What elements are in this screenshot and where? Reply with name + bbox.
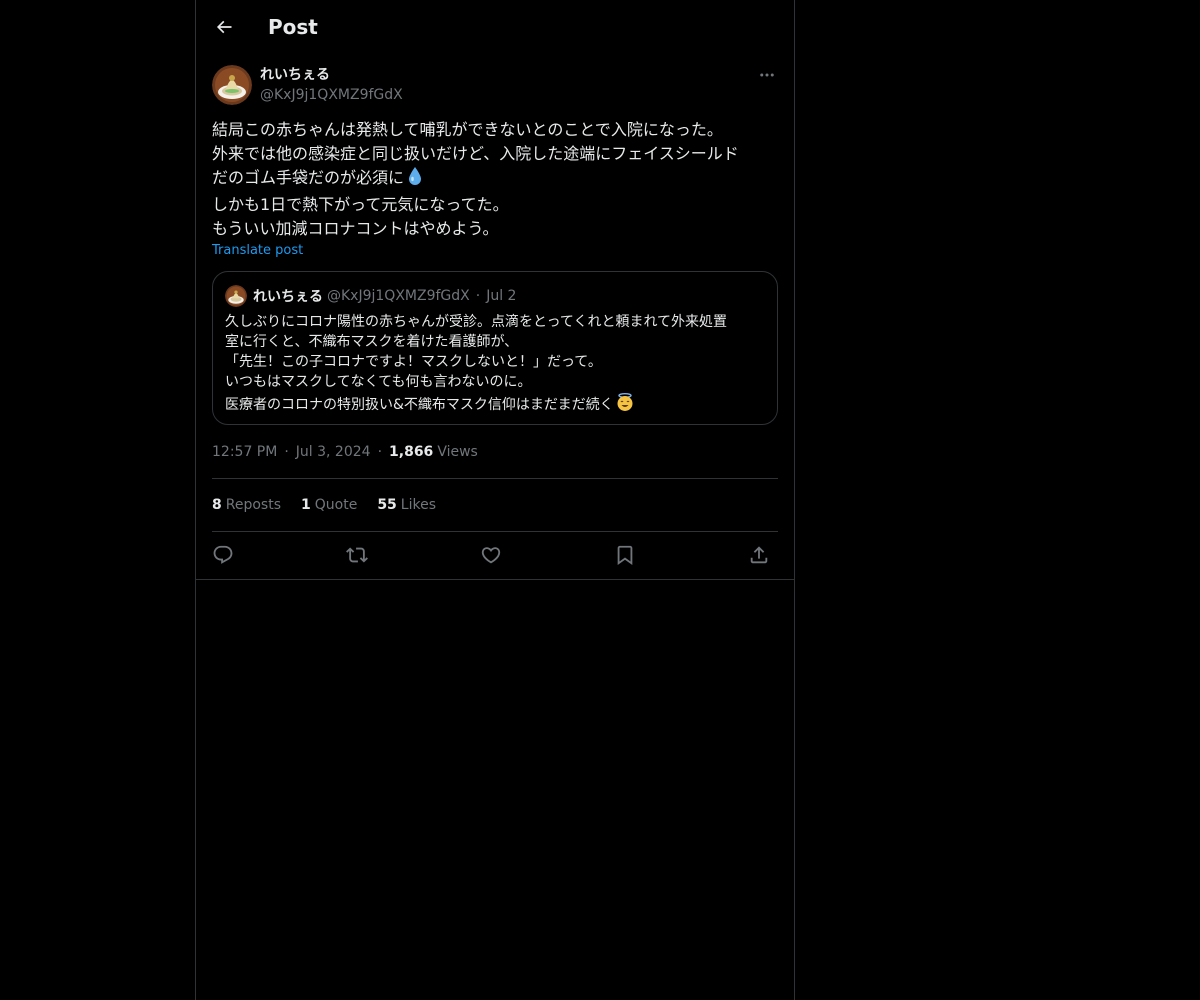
- post-author: れいちぇる @KxJ9j1QXMZ9fGdX: [212, 65, 778, 109]
- bookmark-button[interactable]: [608, 538, 642, 572]
- views-label: Views: [437, 444, 478, 460]
- heart-icon: [481, 547, 501, 564]
- reposts-label: Reposts: [225, 497, 281, 513]
- page-title: Post: [268, 15, 318, 39]
- quoted-avatar: [225, 285, 247, 307]
- likes-label: Likes: [400, 497, 437, 513]
- separator-dot: ·: [377, 444, 383, 460]
- post-text: 結局この赤ちゃんは発熱して哺乳ができないとのことで入院になった。 外来では他の感…: [212, 118, 778, 241]
- translate-post-link[interactable]: Translate post: [212, 242, 303, 260]
- droplet-emoji-icon: [406, 166, 424, 193]
- quoted-post[interactable]: れいちぇる @KxJ9j1QXMZ9fGdX · Jul 2 久しぶりにコロナ陽…: [212, 271, 778, 425]
- engagement-stats: 8 Reposts 1 Quote 55 Likes: [212, 494, 456, 516]
- more-icon: [760, 73, 774, 77]
- avatar[interactable]: [212, 65, 252, 105]
- quoted-date: Jul 2: [486, 288, 517, 304]
- reply-button[interactable]: [206, 538, 240, 572]
- post-text-line: だのゴム手袋だのが必須に: [212, 166, 778, 193]
- quoted-author-name: れいちぇる: [253, 289, 323, 305]
- post-meta: 12:57 PM · Jul 3, 2024 · 1,866 Views: [212, 441, 478, 463]
- quoted-text-line: いつもはマスクしてなくても何も言わないのに。: [225, 374, 532, 390]
- quotes-stat[interactable]: 1 Quote: [301, 497, 357, 513]
- quoted-author-handle: @KxJ9j1QXMZ9fGdX: [327, 288, 470, 304]
- views-count: 1,866: [389, 444, 434, 460]
- repost-button[interactable]: [340, 538, 374, 572]
- reposts-stat[interactable]: 8 Reposts: [212, 497, 281, 513]
- post-text-line: 外来では他の感染症と同じ扱いだけど、入院した途端にフェイスシールド: [212, 144, 739, 163]
- quotes-count: 1: [301, 497, 311, 513]
- quoted-text-line: 室に行くと、不織布マスクを着けた看護師が、: [225, 334, 519, 350]
- reply-icon: [213, 545, 233, 564]
- quoted-text-line: 医療者のコロナの特別扱い&不織布マスク信仰はまだまだ続く: [225, 392, 770, 418]
- post-text-line: しかも1日で熱下がって元気になってた。: [212, 195, 509, 214]
- post-header: Post: [196, 0, 794, 54]
- reposts-count: 8: [212, 497, 222, 513]
- post-text-line: もういい加減コロナコントはやめよう。: [212, 219, 499, 238]
- post-time[interactable]: 12:57 PM: [212, 444, 277, 460]
- divider: [196, 579, 794, 580]
- post-column: Post れいちぇる @KxJ9j1QXMZ9fGdX 結局この赤ちゃんは発熱し…: [195, 0, 795, 1000]
- divider: [212, 478, 778, 479]
- likes-count: 55: [377, 497, 397, 513]
- angel-emoji-icon: [615, 392, 635, 418]
- quoted-text: 久しぶりにコロナ陽性の赤ちゃんが受診。点滴をとってくれと頼まれて外来処置 室に行…: [225, 312, 770, 418]
- share-icon: [750, 546, 768, 564]
- quoted-text-line: 久しぶりにコロナ陽性の赤ちゃんが受診。点滴をとってくれと頼まれて外来処置: [225, 314, 728, 330]
- back-arrow-icon: [216, 20, 232, 34]
- quoted-post-header: れいちぇる @KxJ9j1QXMZ9fGdX · Jul 2: [225, 284, 516, 308]
- post-date[interactable]: Jul 3, 2024: [296, 444, 371, 460]
- like-button[interactable]: [474, 538, 508, 572]
- likes-stat[interactable]: 55 Likes: [377, 497, 436, 513]
- author-handle[interactable]: @KxJ9j1QXMZ9fGdX: [260, 85, 403, 105]
- separator-dot: ·: [475, 288, 481, 304]
- action-bar: [212, 538, 778, 572]
- author-name[interactable]: れいちぇる: [260, 65, 330, 85]
- quotes-label: Quote: [314, 497, 358, 513]
- share-button[interactable]: [742, 538, 776, 572]
- quoted-text-line: 「先生！この子コロナですよ！マスクしないと！」だって。: [225, 354, 602, 370]
- post-text-line: 結局この赤ちゃんは発熱して哺乳ができないとのことで入院になった。: [212, 120, 723, 139]
- more-options-button[interactable]: [756, 65, 778, 85]
- separator-dot: ·: [284, 444, 289, 460]
- back-button[interactable]: [208, 11, 240, 43]
- repost-icon: [346, 547, 368, 563]
- divider: [212, 531, 778, 532]
- bookmark-icon: [617, 545, 633, 566]
